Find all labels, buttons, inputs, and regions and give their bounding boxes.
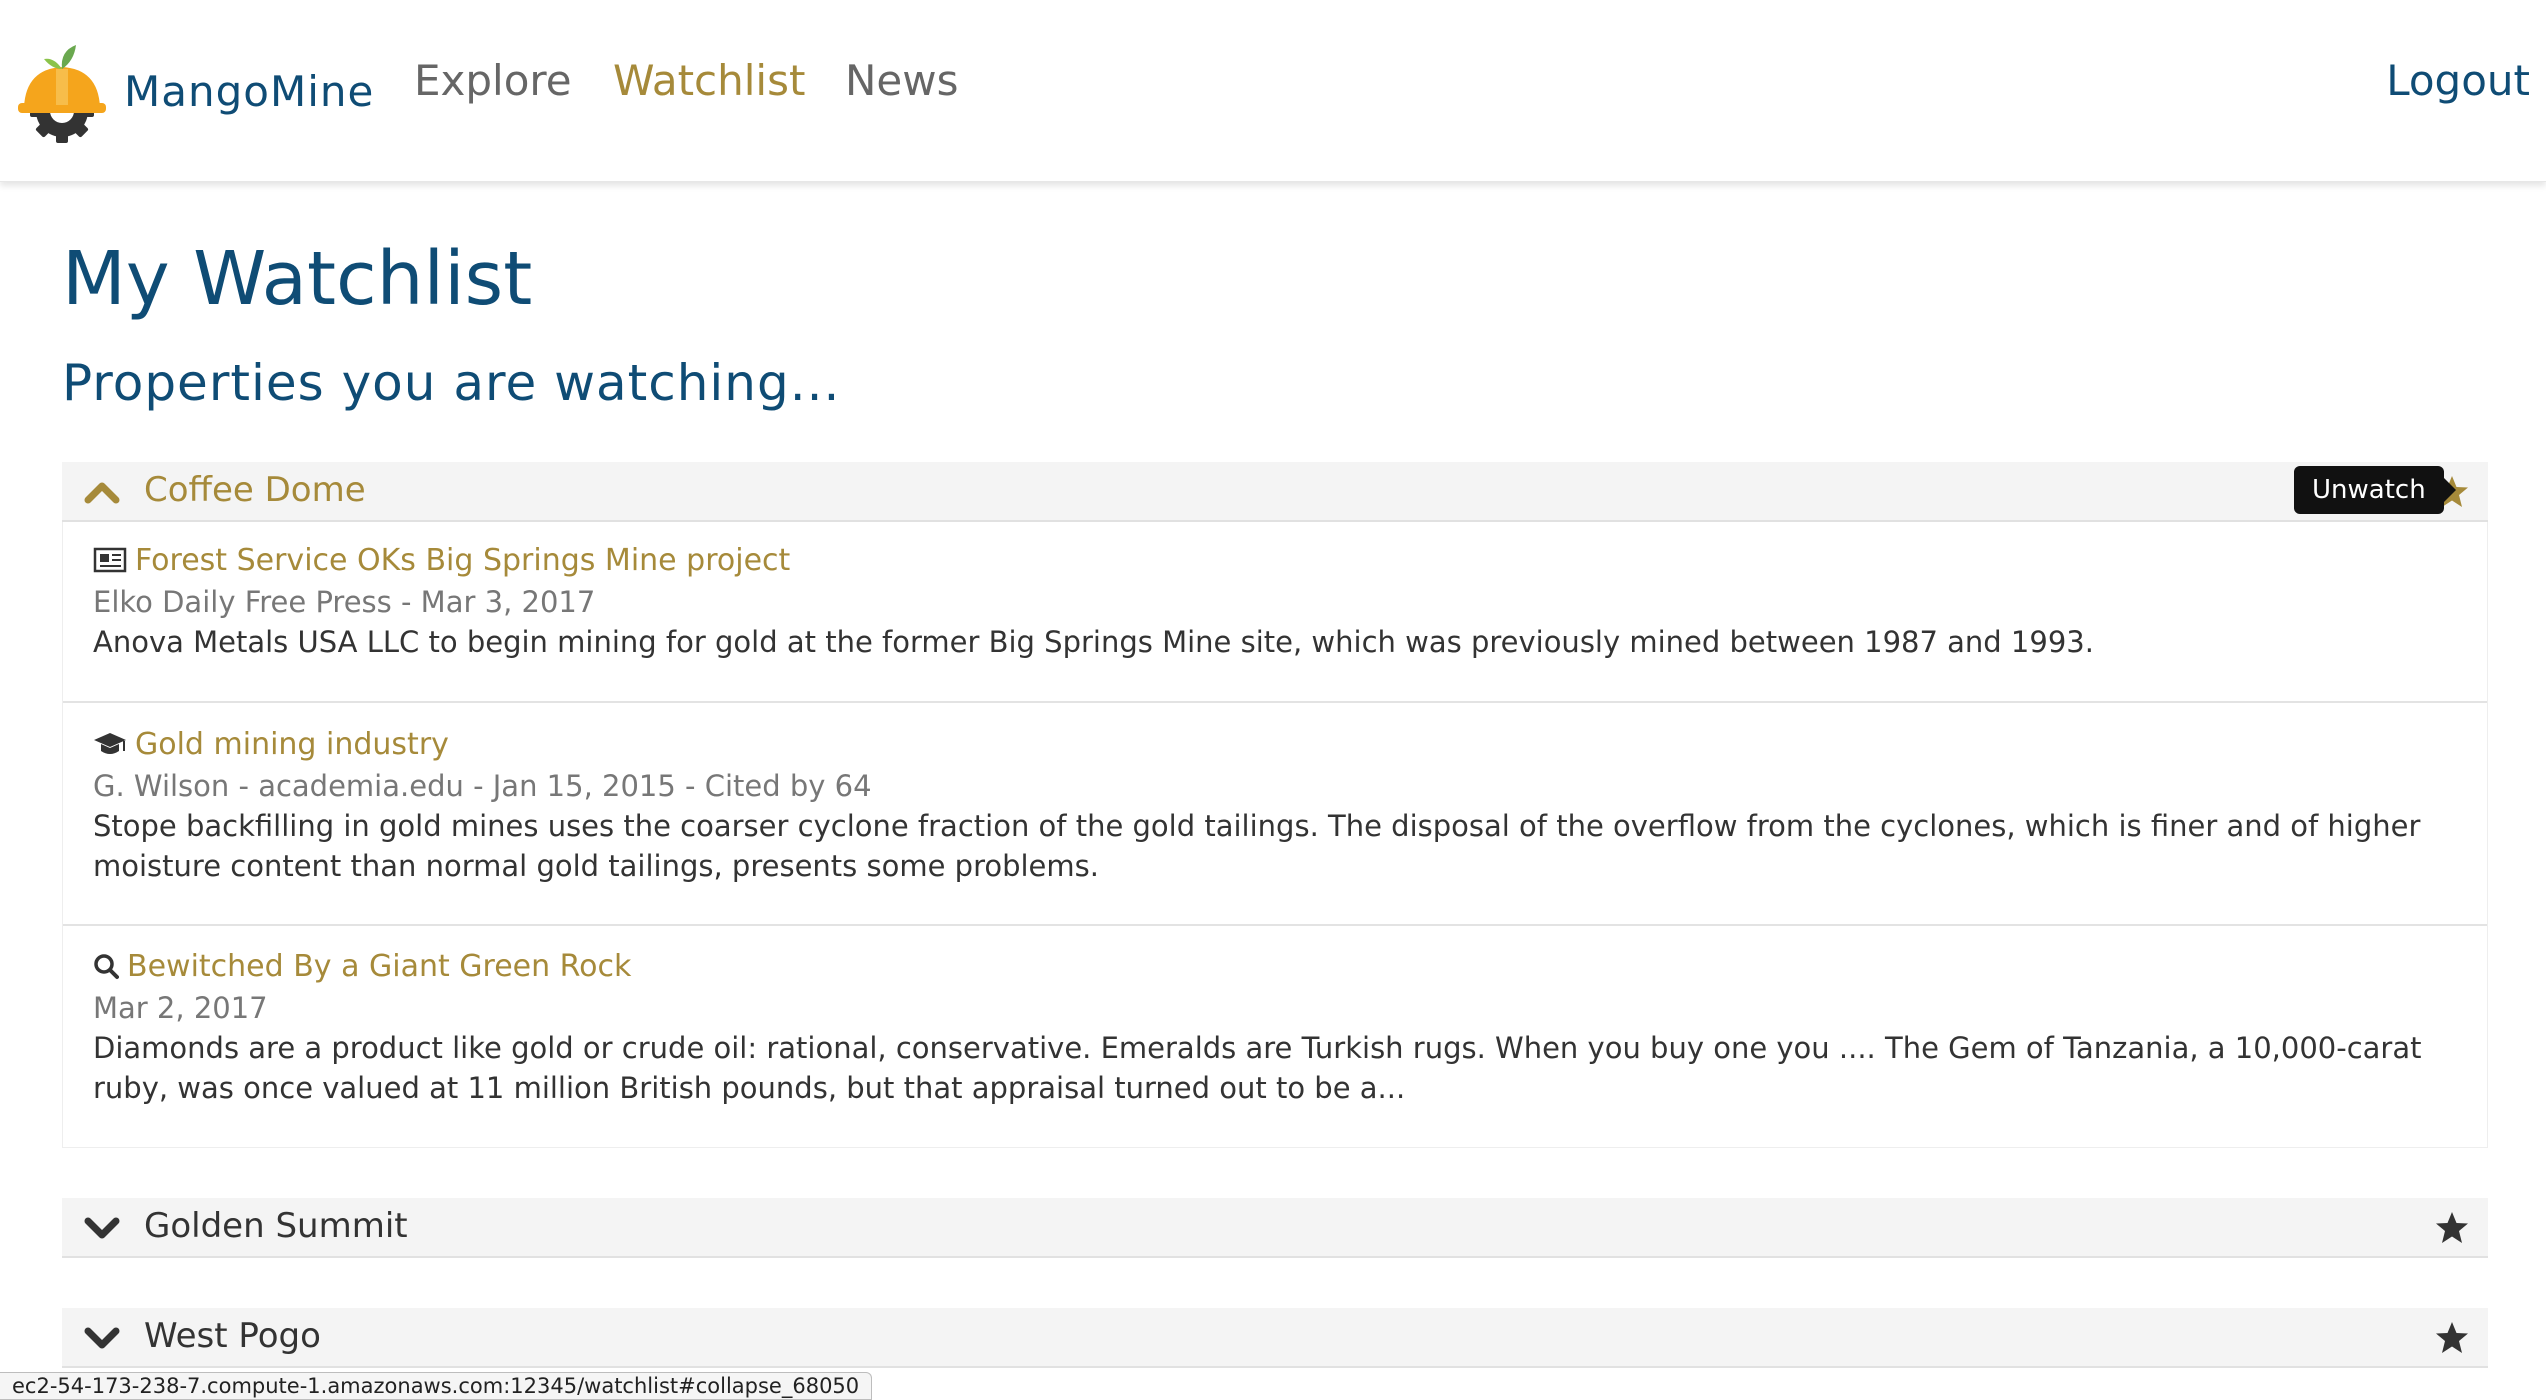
mangomine-logo-icon (18, 45, 106, 143)
article-link[interactable]: Gold mining industry (135, 727, 449, 762)
logout-link[interactable]: Logout (2386, 56, 2530, 105)
article-summary: Stope backfilling in gold mines uses the… (93, 809, 2421, 883)
browser-status-url: ec2-54-173-238-7.compute-1.amazonaws.com… (0, 1372, 873, 1400)
panel-title: Coffee Dome (144, 470, 366, 510)
panel-body-coffee-dome: Forest Service OKs Big Springs Mine proj… (62, 522, 2488, 1148)
newspaper-icon (93, 547, 127, 573)
list-item: Gold mining industry G. Wilson - academi… (63, 724, 2487, 926)
article-meta: Elko Daily Free Press - Mar 3, 2017 (93, 585, 596, 619)
panel-header-golden-summit[interactable]: Golden Summit (62, 1198, 2488, 1258)
article-link[interactable]: Forest Service OKs Big Springs Mine proj… (135, 543, 790, 578)
panel-title: Golden Summit (144, 1206, 408, 1246)
star-icon[interactable] (2434, 1210, 2470, 1246)
article-summary: Anova Metals USA LLC to begin mining for… (93, 625, 2094, 659)
brand-name: MangoMine (124, 66, 375, 116)
article-summary: Diamonds are a product like gold or crud… (93, 1031, 2422, 1105)
unwatch-tooltip: Unwatch (2294, 466, 2456, 514)
top-navbar: MangoMine Explore Watchlist News Logout (0, 0, 2546, 182)
panel-title: West Pogo (144, 1316, 321, 1356)
nav-explore[interactable]: Explore (414, 56, 572, 105)
panel-header-coffee-dome[interactable]: Coffee Dome (62, 462, 2488, 522)
page-subtitle: Properties you are watching... (62, 354, 841, 412)
chevron-down-icon (84, 1327, 120, 1349)
list-item: Bewitched By a Giant Green Rock Mar 2, 2… (63, 946, 2487, 1146)
chevron-up-icon (84, 482, 120, 504)
nav-watchlist[interactable]: Watchlist (613, 56, 805, 105)
search-icon (94, 954, 119, 979)
star-icon[interactable] (2434, 1320, 2470, 1356)
panel-header-west-pogo[interactable]: West Pogo (62, 1308, 2488, 1368)
graduation-cap-icon (94, 733, 126, 754)
article-meta: G. Wilson - academia.edu - Jan 15, 2015 … (93, 769, 872, 803)
page-title: My Watchlist (62, 236, 533, 322)
article-link[interactable]: Bewitched By a Giant Green Rock (127, 949, 631, 984)
nav-news[interactable]: News (845, 56, 959, 105)
chevron-down-icon (84, 1217, 120, 1239)
brand-link[interactable]: MangoMine (16, 36, 374, 146)
list-item: Forest Service OKs Big Springs Mine proj… (63, 540, 2487, 703)
article-meta: Mar 2, 2017 (93, 991, 268, 1025)
